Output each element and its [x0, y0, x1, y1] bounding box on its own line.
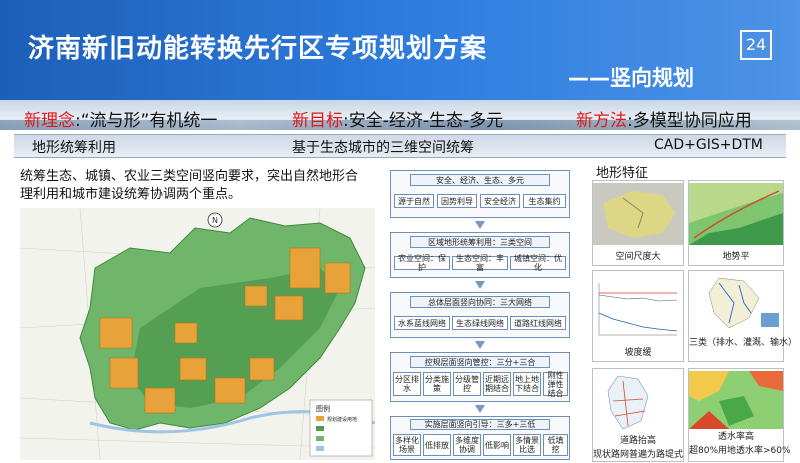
feature-caption: 三类（排水、灌溉、输水）: [689, 338, 798, 348]
flow-item: 低填挖: [543, 434, 568, 456]
construction-area: [109, 357, 139, 389]
flow-item: 分级管控: [453, 372, 481, 396]
flow-item: 安全经济: [480, 194, 520, 208]
feature-panel-road: 道路抬高 现状路网普遍为路堤式: [592, 368, 684, 462]
flow-item: 分区排水: [393, 372, 421, 396]
flow-item: 刚性弹性结合: [543, 371, 568, 398]
flow-item: 低影响: [483, 434, 511, 456]
feature-panel-permeability: 透水率高 超80%用地透水率>60%: [688, 368, 791, 462]
feature-caption: 现状路网普遍为路堤式: [593, 450, 684, 460]
feature-caption: 空间尺度大: [615, 252, 661, 262]
framework-flowchart: 安全、经济、生态、多元 源于自然 因势利导 安全经济 生态集约 区域地形统筹利用…: [380, 170, 578, 460]
section-bar: 地形统筹利用 基于生态城市的三维空间统筹 CAD+GIS+DTM: [14, 134, 786, 158]
flow-arrow: [475, 221, 485, 229]
scale-map-image: [593, 183, 683, 245]
page-number: 24: [740, 30, 772, 60]
slope-profile-chart: [593, 273, 683, 339]
flow-head-level1: 区域地形统筹利用：三类空间: [410, 236, 550, 248]
page-title: 济南新旧动能转换先行区专项规划方案: [28, 34, 488, 64]
feature-caption: 道路抬高: [619, 436, 656, 446]
flow-head-level2: 总体层面竖向协同：三大网络: [410, 296, 550, 308]
flow-head-level4: 实施层面竖向引导：三多+三低: [410, 419, 550, 430]
feature-caption: 超80%用地透水率>60%: [689, 446, 791, 456]
feature-caption: 坡度缓: [624, 348, 652, 358]
slogan-concept: 新理念:“流与形”有机统一: [24, 111, 218, 131]
flow-item: 水系蓝线网络: [394, 316, 450, 330]
feature-caption: 透水率高: [717, 432, 754, 442]
section-center-label: 基于生态城市的三维空间统筹: [292, 140, 474, 156]
svg-text:图例: 图例: [316, 404, 330, 413]
section-right-label: CAD+GIS+DTM: [654, 137, 763, 153]
flow-head-top: 安全、经济、生态、多元: [410, 174, 550, 186]
construction-area: [174, 322, 198, 344]
construction-area: [179, 357, 207, 381]
flow-item: 多情景比选: [513, 434, 541, 456]
feature-caption: 地势平: [722, 252, 750, 262]
flow-item: 生态集约: [523, 194, 566, 208]
road-map-image: [593, 371, 683, 433]
svg-text:N: N: [212, 216, 218, 225]
features-title: 地形特征: [596, 166, 649, 181]
terrain-map: N 图例 规划建设用地: [20, 208, 375, 460]
permeability-map-image: [689, 371, 783, 429]
construction-area: [99, 317, 133, 349]
flow-item: 源于自然: [394, 194, 434, 208]
section-left-label: 地形统筹利用: [32, 140, 116, 156]
feature-panel-flat: 地势平: [688, 180, 784, 266]
flow-item: 多样化场景: [393, 434, 421, 456]
flow-item: 城镇空间：优化: [510, 254, 566, 272]
flow-head-level3: 控规层面竖向管控：三分+三合: [410, 356, 550, 368]
construction-area: [274, 295, 304, 321]
north-arrow: N: [207, 212, 223, 228]
flow-arrow: [475, 341, 485, 349]
feature-panel-channels: 三类（排水、灌溉、输水）: [688, 270, 798, 362]
slogan-goal: 新目标:安全-经济-生态-多元: [292, 111, 504, 131]
description-text: 统筹生态、城镇、农业三类空间竖向要求，突出自然地形合理利用和城市建设统筹协调两个…: [20, 169, 359, 202]
flow-item: 地上地下结合: [513, 372, 541, 396]
construction-area: [144, 387, 176, 414]
elevation-map-image: [689, 183, 783, 245]
flow-item: 道路红线网络: [510, 316, 566, 330]
construction-area: [249, 357, 275, 381]
svg-text:规划建设用地: 规划建设用地: [327, 416, 357, 423]
header-banner: 济南新旧动能转换先行区专项规划方案 ——竖向规划 24: [0, 0, 800, 100]
construction-area: [324, 262, 351, 294]
flow-arrow: [475, 281, 485, 289]
channels-map-image: [689, 273, 783, 333]
construction-area: [289, 247, 321, 289]
flow-item: 生态空间：丰富: [452, 254, 508, 272]
feature-panel-slope: 坡度缓: [592, 270, 684, 362]
construction-area: [214, 377, 246, 404]
flow-item: 农业空间：保护: [394, 254, 450, 272]
flow-item: 生态绿线网络: [452, 316, 508, 330]
flow-item: 因势利导: [437, 194, 477, 208]
page-subtitle: ——竖向规划: [568, 66, 694, 90]
map-legend: 图例 规划建设用地: [309, 399, 373, 457]
flow-item: 近期远期结合: [483, 372, 511, 396]
flow-item: 多维度协调: [453, 434, 481, 456]
feature-panel-scale: 空间尺度大: [592, 180, 684, 266]
slogan-method: 新方法:多模型协同应用: [576, 111, 752, 131]
construction-area: [244, 285, 268, 307]
flow-item: 分类施策: [423, 372, 451, 396]
flow-item: 低排放: [423, 434, 451, 456]
flow-arrow: [475, 405, 485, 413]
